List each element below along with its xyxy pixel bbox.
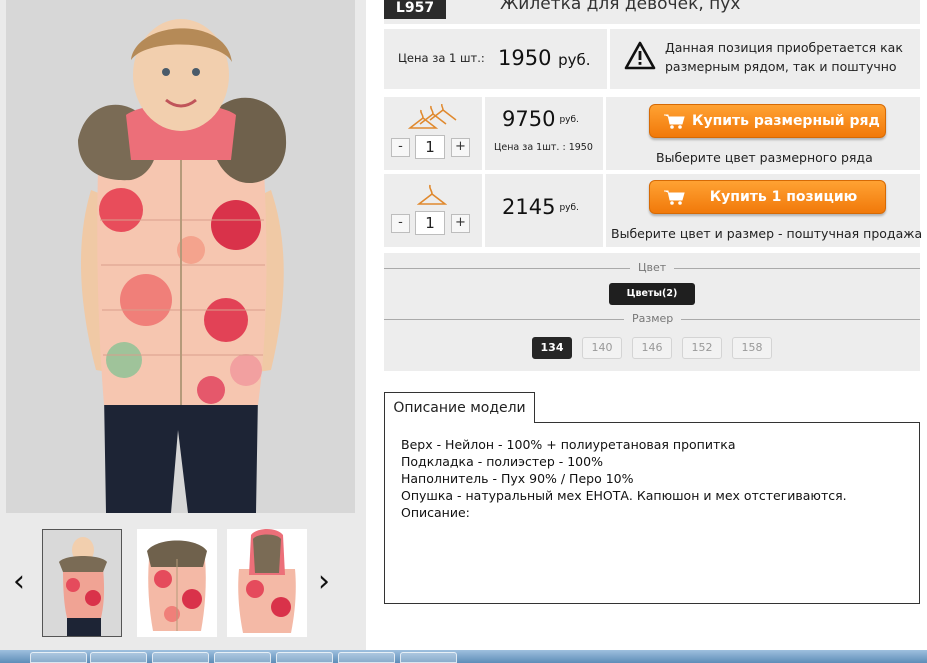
warning-triangle-icon (624, 41, 656, 70)
purchase-notice: Данная позиция приобретается как размерн… (665, 38, 915, 76)
hanger-icon (417, 184, 447, 205)
description-line: Описание: (401, 505, 470, 520)
size-caption: Размер (624, 312, 682, 325)
description-text: Верх - Нейлон - 100% + полиуретановая пр… (401, 436, 847, 521)
gallery-thumbnail-2[interactable] (137, 529, 217, 637)
single-qty-input[interactable]: 1 (415, 211, 445, 235)
buy-size-set-label: Купить размерный ряд (692, 113, 880, 129)
buy-single-label: Купить 1 позицию (709, 189, 858, 205)
single-total-currency: руб. (559, 203, 579, 213)
taskbar-app-7[interactable] (400, 652, 457, 663)
taskbar-app-5[interactable] (276, 652, 333, 663)
single-total-number: 2145 (502, 195, 556, 219)
description-line: Верх - Нейлон - 100% + полиуретановая пр… (401, 437, 736, 452)
size-set-qty-input[interactable]: 1 (415, 135, 445, 159)
tab-model-description[interactable]: Описание модели (384, 392, 535, 423)
girl-in-vest-image (6, 0, 355, 513)
buy-size-set-button[interactable]: Купить размерный ряд (649, 104, 886, 138)
buy-single-button[interactable]: Купить 1 позицию (649, 180, 886, 214)
taskbar-app-3[interactable] (152, 652, 209, 663)
gallery-prev-arrow[interactable]: ‹ (13, 565, 25, 599)
color-option-flowers[interactable]: Цветы(2) (609, 283, 695, 305)
cart-icon (664, 114, 685, 129)
hangers-set-icon (408, 104, 457, 129)
sku-badge: L957 (384, 0, 446, 19)
size-option-158[interactable]: 158 (732, 337, 772, 359)
description-line: Опушка - натуральный мех ЕНОТА. Капюшон … (401, 488, 847, 503)
size-set-total-number: 9750 (502, 107, 556, 131)
description-line: Подкладка - полиэстер - 100% (401, 454, 603, 469)
taskbar-app-6[interactable] (338, 652, 395, 663)
single-hint: Выберите цвет и размер - поштучная прода… (611, 226, 923, 241)
size-set-qty-minus[interactable]: - (391, 138, 410, 157)
size-set-total-currency: руб. (559, 115, 579, 125)
size-set-unit-note: Цена за 1шт. : 1950 (494, 142, 593, 153)
size-option-146[interactable]: 146 (632, 337, 672, 359)
single-qty-plus[interactable]: + (451, 214, 470, 233)
cart-icon (664, 190, 685, 205)
gallery-thumbnail-3[interactable] (227, 529, 307, 637)
main-product-photo[interactable] (6, 0, 355, 513)
size-option-134[interactable]: 134 (532, 337, 572, 359)
single-total: 2145 руб. (502, 195, 579, 219)
thumbnail-vest-front-image (137, 529, 217, 637)
description-line: Наполнитель - Пух 90% / Перо 10% (401, 471, 634, 486)
unit-price-currency: руб. (558, 51, 591, 69)
product-page: ‹ › L957 Жилетка для девочек, пух Цена з… (0, 0, 927, 663)
unit-price-label: Цена за 1 шт.: (398, 51, 485, 65)
size-set-hint: Выберите цвет размерного ряда (656, 150, 873, 165)
single-qty-minus[interactable]: - (391, 214, 410, 233)
product-title: Жилетка для девочек, пух (500, 0, 741, 14)
notice-line-2: размерным рядом, так и поштучно (665, 59, 897, 74)
gallery-thumbnail-1[interactable] (42, 529, 122, 637)
notice-line-1: Данная позиция приобретается как (665, 40, 903, 55)
size-set-qty-plus[interactable]: + (451, 138, 470, 157)
taskbar-app-1[interactable] (30, 652, 87, 663)
thumbnail-vest-hood-image (227, 529, 307, 637)
size-set-total: 9750 руб. (502, 107, 579, 131)
size-option-140[interactable]: 140 (582, 337, 622, 359)
taskbar-app-4[interactable] (214, 652, 271, 663)
size-option-152[interactable]: 152 (682, 337, 722, 359)
color-caption: Цвет (630, 261, 675, 274)
unit-price-number: 1950 (498, 46, 552, 70)
unit-price-value: 1950 руб. (498, 46, 591, 70)
gallery-next-arrow[interactable]: › (318, 565, 330, 599)
thumbnail-girl-image (43, 530, 121, 636)
taskbar-app-2[interactable] (90, 652, 147, 663)
